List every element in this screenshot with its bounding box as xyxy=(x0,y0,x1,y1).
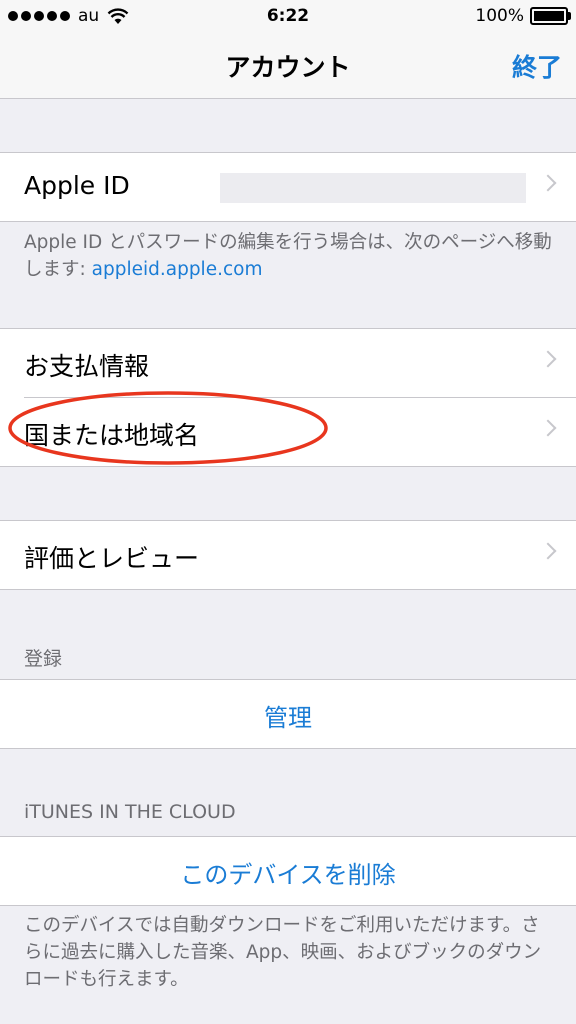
appleid-link[interactable]: appleid.apple.com xyxy=(92,259,263,280)
country-region-label: 国または地域名 xyxy=(24,421,200,450)
chevron-right-icon xyxy=(539,542,557,560)
itunes-cloud-group: このデバイスを削除 xyxy=(0,836,576,906)
apple-id-row[interactable]: Apple ID xyxy=(0,153,576,221)
navigation-bar: アカウント 終了 xyxy=(0,34,576,99)
manage-subscriptions-row[interactable]: 管理 xyxy=(0,680,576,748)
battery-percent: 100% xyxy=(475,6,524,26)
apple-id-value xyxy=(220,173,526,203)
payment-country-group: お支払情報 国または地域名 xyxy=(0,328,576,467)
subscriptions-group: 管理 xyxy=(0,679,576,749)
itunes-cloud-header: iTUNES IN THE CLOUD xyxy=(24,801,236,823)
chevron-right-icon xyxy=(539,350,557,368)
country-region-row[interactable]: 国または地域名 xyxy=(0,398,576,466)
status-right: 100% xyxy=(475,6,571,26)
apple-id-group: Apple ID xyxy=(0,152,576,222)
payment-info-row[interactable]: お支払情報 xyxy=(0,329,576,397)
remove-device-button[interactable]: このデバイスを削除 xyxy=(0,855,576,890)
subscriptions-header: 登録 xyxy=(24,648,63,670)
chevron-right-icon xyxy=(539,419,557,437)
ratings-reviews-label: 評価とレビュー xyxy=(24,544,200,573)
chevron-right-icon xyxy=(539,174,557,192)
ratings-reviews-row[interactable]: 評価とレビュー xyxy=(0,521,576,589)
page-title: アカウント xyxy=(225,53,351,82)
status-bar: au 6:22 100% xyxy=(0,0,576,34)
apple-id-label: Apple ID xyxy=(24,171,130,200)
battery-icon xyxy=(530,7,571,25)
done-button[interactable]: 終了 xyxy=(512,48,562,84)
manage-button[interactable]: 管理 xyxy=(0,698,576,733)
apple-id-footnote: Apple ID とパスワードの編集を行う場合は、次のページへ移動します: ap… xyxy=(24,229,554,283)
itunes-cloud-footnote: このデバイスでは自動ダウンロードをご利用いただけます。さらに過去に購入した音楽、… xyxy=(24,915,542,990)
payment-info-label: お支払情報 xyxy=(24,352,150,381)
remove-device-row[interactable]: このデバイスを削除 xyxy=(0,837,576,905)
ratings-group: 評価とレビュー xyxy=(0,520,576,590)
